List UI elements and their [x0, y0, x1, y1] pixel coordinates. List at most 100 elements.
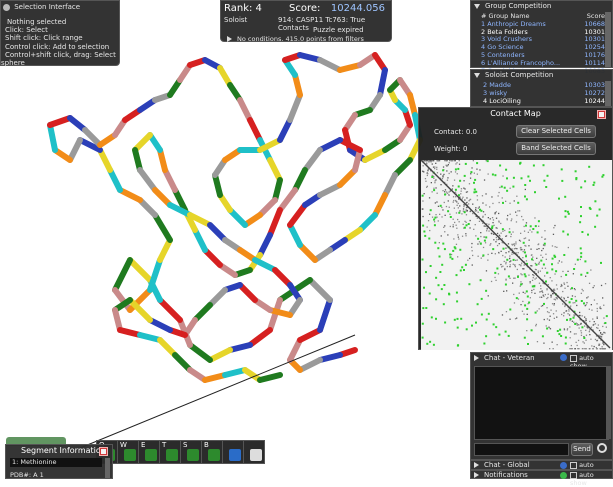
predicted-contact-cell[interactable]	[534, 191, 536, 194]
contact-cell[interactable]	[571, 295, 574, 297]
contact-cell[interactable]	[440, 184, 442, 186]
contact-cell[interactable]	[476, 173, 478, 175]
contact-cell[interactable]	[459, 210, 461, 212]
contact-cell[interactable]	[582, 290, 584, 292]
contact-cell[interactable]	[495, 217, 498, 219]
predicted-contact-cell[interactable]	[533, 285, 536, 288]
wiggle-sidechains-button[interactable]: E	[138, 440, 160, 464]
predicted-contact-cell[interactable]	[543, 242, 546, 245]
contact-cell[interactable]	[519, 240, 522, 242]
contact-cell[interactable]	[461, 235, 464, 237]
predicted-contact-cell[interactable]	[463, 174, 466, 177]
contact-cell[interactable]	[434, 166, 436, 168]
contact-cell[interactable]	[581, 288, 583, 291]
contact-cell[interactable]	[515, 211, 517, 213]
contact-cell[interactable]	[584, 325, 586, 327]
contact-cell[interactable]	[433, 221, 436, 223]
contact-cell[interactable]	[522, 250, 524, 253]
contact-cell[interactable]	[537, 270, 539, 272]
predicted-contact-cell[interactable]	[461, 266, 464, 269]
contact-cell[interactable]	[455, 196, 457, 198]
contact-cell[interactable]	[538, 261, 540, 263]
contact-cell[interactable]	[543, 295, 545, 298]
backbone-segment[interactable]	[337, 62, 363, 73]
contact-cell[interactable]	[482, 202, 484, 204]
contact-cell[interactable]	[534, 268, 537, 271]
contact-cell[interactable]	[577, 339, 580, 342]
contact-cell[interactable]	[454, 171, 457, 173]
contact-cell[interactable]	[429, 160, 431, 162]
contact-cell[interactable]	[548, 311, 550, 314]
predicted-contact-cell[interactable]	[433, 224, 436, 227]
contact-cell[interactable]	[434, 180, 436, 182]
predicted-contact-cell[interactable]	[453, 318, 456, 321]
predicted-contact-cell[interactable]	[566, 233, 569, 236]
contact-cell[interactable]	[426, 226, 428, 228]
contact-cell[interactable]	[561, 285, 563, 287]
contact-cell[interactable]	[593, 299, 596, 301]
contact-cell[interactable]	[562, 290, 564, 293]
backbone-segment[interactable]	[297, 327, 323, 343]
contact-cell[interactable]	[505, 247, 507, 249]
backbone-segment[interactable]	[112, 257, 133, 293]
contact-cell[interactable]	[498, 212, 500, 215]
contact-cell[interactable]	[505, 311, 508, 313]
predicted-contact-cell[interactable]	[487, 312, 490, 315]
contact-cell[interactable]	[586, 297, 588, 299]
contact-cell[interactable]	[467, 259, 469, 261]
predicted-contact-cell[interactable]	[458, 211, 461, 214]
contact-cell[interactable]	[477, 243, 479, 245]
predicted-contact-cell[interactable]	[579, 221, 582, 224]
predicted-contact-cell[interactable]	[588, 206, 591, 209]
contact-cell[interactable]	[483, 179, 486, 181]
contact-cell[interactable]	[426, 172, 428, 174]
predicted-contact-cell[interactable]	[543, 179, 546, 182]
contact-cell[interactable]	[453, 238, 455, 240]
contact-cell[interactable]	[525, 222, 528, 224]
predicted-contact-cell[interactable]	[564, 215, 567, 218]
contact-cell[interactable]	[553, 317, 555, 319]
contact-cell[interactable]	[460, 193, 462, 195]
predicted-contact-cell[interactable]	[432, 343, 435, 346]
contact-cell[interactable]	[580, 330, 582, 332]
contact-cell[interactable]	[495, 279, 497, 281]
predicted-contact-cell[interactable]	[522, 241, 525, 244]
predicted-contact-cell[interactable]	[435, 276, 438, 279]
predicted-contact-cell[interactable]	[584, 180, 587, 183]
contact-cell[interactable]	[462, 223, 464, 225]
contact-cell[interactable]	[455, 200, 457, 202]
contact-cell[interactable]	[497, 195, 499, 197]
contact-cell[interactable]	[455, 212, 458, 214]
contact-cell[interactable]	[454, 160, 456, 162]
contact-cell[interactable]	[439, 213, 441, 215]
contact-cell[interactable]	[458, 163, 461, 165]
predicted-contact-cell[interactable]	[529, 225, 532, 228]
predicted-contact-cell[interactable]	[507, 275, 510, 278]
contact-cell[interactable]	[533, 288, 535, 291]
contact-cell[interactable]	[431, 216, 434, 218]
predicted-contact-cell[interactable]	[574, 323, 577, 325]
contact-cell[interactable]	[573, 315, 575, 317]
contact-cell[interactable]	[602, 342, 604, 344]
contact-cell[interactable]	[572, 302, 574, 304]
contact-cell[interactable]	[538, 308, 540, 310]
contact-cell[interactable]	[432, 160, 434, 162]
contact-cell[interactable]	[556, 246, 558, 248]
contact-cell[interactable]	[495, 211, 497, 213]
contact-cell[interactable]	[481, 195, 484, 197]
contact-cell[interactable]	[505, 263, 507, 265]
backbone-segment[interactable]	[362, 147, 388, 163]
predicted-contact-cell[interactable]	[551, 268, 554, 271]
predicted-contact-cell[interactable]	[551, 263, 553, 266]
predicted-contact-cell[interactable]	[580, 215, 582, 218]
predicted-contact-cell[interactable]	[536, 231, 539, 234]
predicted-contact-cell[interactable]	[494, 174, 497, 177]
contact-cell[interactable]	[442, 209, 444, 211]
scrollbar[interactable]	[606, 366, 611, 439]
contact-cell[interactable]	[422, 200, 424, 202]
contact-cell[interactable]	[523, 230, 526, 232]
predicted-contact-cell[interactable]	[580, 206, 582, 208]
contact-cell[interactable]	[596, 327, 598, 329]
predicted-contact-cell[interactable]	[438, 255, 441, 258]
contact-cell[interactable]	[552, 313, 555, 315]
